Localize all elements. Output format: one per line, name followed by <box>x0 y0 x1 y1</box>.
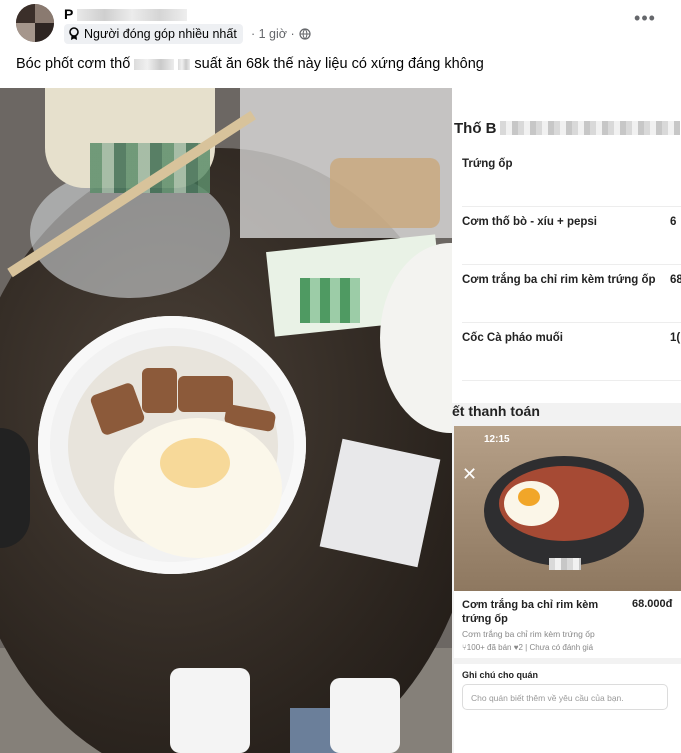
pot-egg-yolk <box>518 488 540 506</box>
globe-icon <box>299 28 311 40</box>
status-bar-time: 12:15 <box>484 434 510 445</box>
pork-piece <box>178 376 233 412</box>
store-name: Thố B <box>454 120 497 137</box>
post-time[interactable]: · 1 giờ · <box>251 27 295 41</box>
note-label: Ghi chú cho quán <box>462 670 538 680</box>
payment-section-title: ết thanh toán <box>452 403 540 419</box>
menu-item[interactable]: Cơm thố bò - xíu + pepsi 6 <box>462 206 681 265</box>
item-stats: ⑂100+ đã bán ♥2 | Chưa có đánh giá <box>462 643 594 652</box>
menu-card: Thố B Trứng ốp Cơm thố bò - xíu + pepsi … <box>452 88 681 403</box>
pork-piece <box>142 368 177 413</box>
bag-food <box>330 158 440 228</box>
item-detail-screen: 12:15 ✕ Cơm trắng ba chỉ rim kèm trứng ố… <box>454 426 681 753</box>
store-name-censor <box>500 121 680 135</box>
author-name-censor <box>77 9 188 22</box>
box-logo-censor <box>300 278 360 323</box>
divider <box>454 658 681 664</box>
item-photo: 12:15 ✕ <box>454 426 681 591</box>
sandal <box>330 678 400 753</box>
sandal <box>170 668 250 753</box>
post-header: P Người đóng góp nhiều nhất · 1 giờ · ••… <box>0 0 681 90</box>
note-input[interactable]: Cho quán biết thêm về yêu cầu của bạn. <box>462 684 668 710</box>
post-caption: Bóc phốt cơm thố suất ăn 68k thế này liệ… <box>16 56 484 72</box>
image-censor <box>549 558 581 570</box>
badge-label: Người đóng góp nhiều nhất <box>84 27 237 41</box>
menu-item[interactable]: Trứng ốp <box>462 148 681 207</box>
author-avatar[interactable] <box>16 4 54 42</box>
item-price: 68.000đ <box>632 598 673 610</box>
badge-ribbon-icon <box>69 27 79 40</box>
shoe <box>0 428 30 548</box>
menu-item[interactable]: Cốc Cà pháo muối 1( <box>462 322 681 381</box>
close-icon[interactable]: ✕ <box>462 464 477 485</box>
food-photo[interactable] <box>0 88 452 753</box>
egg-yolk <box>160 438 230 488</box>
caption-censor <box>178 58 191 70</box>
order-screenshot[interactable]: Thố B Trứng ốp Cơm thố bò - xíu + pepsi … <box>452 88 681 753</box>
author-name[interactable]: P <box>64 6 188 22</box>
caption-censor <box>134 58 175 70</box>
more-options-button[interactable]: ••• <box>633 9 657 32</box>
menu-item[interactable]: Cơm trắng ba chỉ rim kèm trứng ốp 68 <box>462 264 681 323</box>
item-title: Cơm trắng ba chỉ rim kèm trứng ốp <box>462 599 599 625</box>
post-meta: · 1 giờ · <box>251 27 311 41</box>
item-subtitle: Cơm trắng ba chỉ rim kèm trứng ốp <box>462 629 595 639</box>
top-contributor-badge[interactable]: Người đóng góp nhiều nhất <box>64 24 243 44</box>
